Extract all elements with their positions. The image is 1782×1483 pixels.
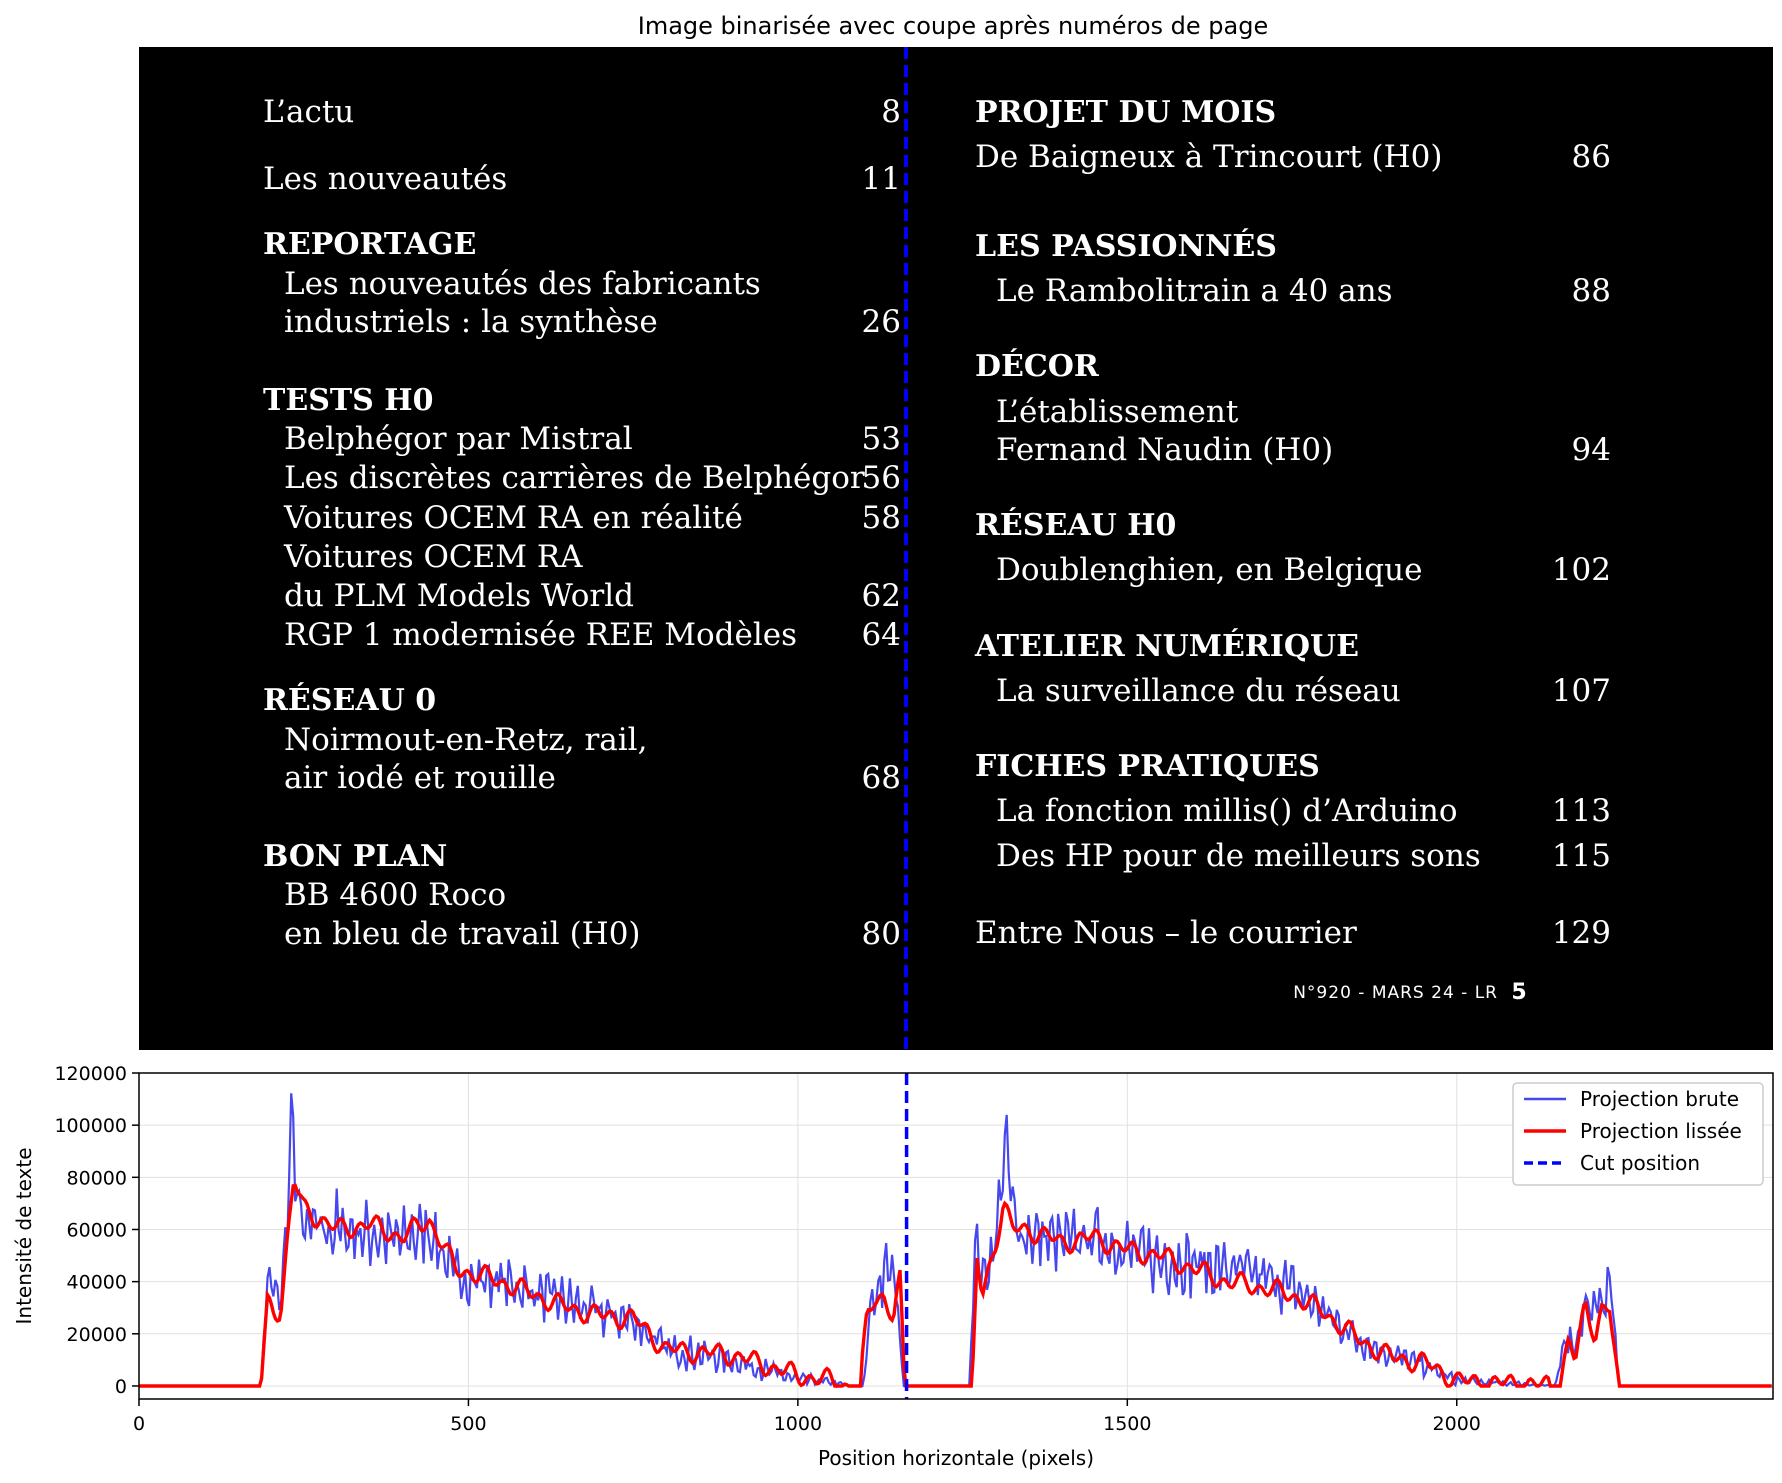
toc-heading: BON PLAN: [263, 839, 447, 874]
y-axis-ticks: 0 20000 40000 60000 80000 100000 120000: [54, 1063, 139, 1398]
legend-smooth: Projection lissée: [1580, 1119, 1742, 1143]
toc-heading: FICHES PRATIQUES: [975, 749, 1320, 784]
y-tick-label: 0: [115, 1376, 127, 1398]
toc-entry: Noirmout-en-Retz, rail,: [284, 722, 647, 758]
toc-page-number: 94: [1572, 432, 1611, 468]
toc-heading: LES PASSIONNÉS: [975, 228, 1277, 264]
x-tick-label: 500: [450, 1413, 486, 1435]
x-axis-label: Position horizontale (pixels): [818, 1446, 1094, 1470]
toc-heading: RÉSEAU H0: [975, 507, 1176, 543]
toc-page-number: 115: [1552, 838, 1611, 874]
legend-raw: Projection brute: [1580, 1087, 1739, 1111]
toc-entry: BB 4600 Roco: [284, 877, 506, 913]
toc-heading: RÉSEAU 0: [263, 682, 436, 718]
toc-entry: Le Rambolitrain a 40 ans: [996, 273, 1393, 309]
toc-heading: TESTS H0: [263, 383, 434, 418]
image-panel-title: Image binarisée avec coupe après numéros…: [638, 12, 1269, 40]
y-tick-label: 40000: [67, 1272, 127, 1294]
y-tick-label: 80000: [67, 1167, 127, 1189]
toc-page-number: 62: [862, 578, 901, 614]
y-axis-label: Intensité de texte: [12, 1147, 36, 1324]
toc-entry: La fonction millis() d’Arduino: [996, 793, 1458, 829]
y-tick-label: 100000: [54, 1115, 127, 1137]
legend: Projection brute Projection lissée Cut p…: [1512, 1082, 1764, 1186]
toc-page-number: 80: [862, 916, 901, 952]
x-tick-label: 2000: [1433, 1413, 1481, 1435]
toc-page-number: 68: [862, 760, 901, 796]
toc-entry: RGP 1 modernisée REE Modèles: [284, 617, 797, 653]
toc-heading: ATELIER NUMÉRIQUE: [974, 628, 1359, 664]
x-axis-ticks: 0 500 1000 1500 2000: [133, 1399, 1481, 1435]
toc-entry: industriels : la synthèse: [284, 304, 658, 340]
y-tick-label: 20000: [67, 1324, 127, 1346]
toc-entry: Belphégor par Mistral: [284, 421, 633, 457]
toc-entry: en bleu de travail (H0): [284, 916, 641, 952]
page-folio: N°920 - MARS 24 - LR: [1293, 983, 1498, 1003]
toc-entry: L’actu: [263, 94, 354, 130]
toc-entry: De Baigneux à Trincourt (H0): [975, 139, 1442, 175]
toc-page-number: 56: [862, 460, 901, 496]
toc-heading: REPORTAGE: [263, 227, 476, 262]
toc-page-number: 107: [1552, 673, 1611, 709]
x-tick-label: 0: [133, 1413, 145, 1435]
y-tick-label: 120000: [54, 1063, 127, 1085]
toc-entry: Entre Nous – le courrier: [975, 915, 1357, 951]
x-tick-label: 1000: [774, 1413, 822, 1435]
toc-entry: Les nouveautés des fabricants: [284, 266, 761, 302]
toc-entry: Les nouveautés: [263, 161, 507, 197]
toc-page-number: 129: [1552, 915, 1611, 951]
series-projection-lissee: [139, 1183, 1772, 1388]
toc-entry: Les discrètes carrières de Belphégor: [284, 460, 865, 496]
toc-heading: DÉCOR: [975, 348, 1100, 384]
toc-page-number: 11: [862, 161, 901, 197]
x-tick-label: 1500: [1103, 1413, 1151, 1435]
y-tick-label: 60000: [67, 1219, 127, 1241]
toc-entry: Voitures OCEM RA en réalité: [283, 500, 743, 536]
figure: Image binarisée avec coupe après numéros…: [12, 12, 1774, 1470]
toc-page-number: 26: [862, 304, 901, 340]
legend-cut: Cut position: [1580, 1151, 1700, 1175]
toc-page-number: 86: [1572, 139, 1611, 175]
toc-entry: Voitures OCEM RA: [283, 539, 583, 575]
toc-entry: air iodé et rouille: [284, 760, 556, 796]
toc-heading: PROJET DU MOIS: [975, 95, 1276, 130]
toc-entry: du PLM Models World: [284, 578, 634, 614]
toc-page-number: 102: [1552, 552, 1611, 588]
toc-entry: Des HP pour de meilleurs sons: [996, 838, 1481, 874]
toc-page-number: 53: [862, 421, 901, 457]
page-folio-number: 5: [1511, 980, 1526, 1005]
toc-entry: Fernand Naudin (H0): [996, 432, 1333, 468]
toc-page-number: 8: [881, 94, 901, 130]
toc-entry: Doublenghien, en Belgique: [996, 552, 1422, 588]
toc-page-number: 88: [1572, 273, 1611, 309]
toc-page-number: 58: [862, 500, 901, 536]
toc-page-number: 64: [862, 617, 901, 653]
toc-page-number: 113: [1552, 793, 1611, 829]
projection-chart: 0 500 1000 1500 2000 0 20000 40000 60000 80000 10…: [12, 1063, 1774, 1470]
toc-entry: La surveillance du réseau: [996, 673, 1401, 709]
toc-entry: L’établissement: [996, 394, 1239, 430]
